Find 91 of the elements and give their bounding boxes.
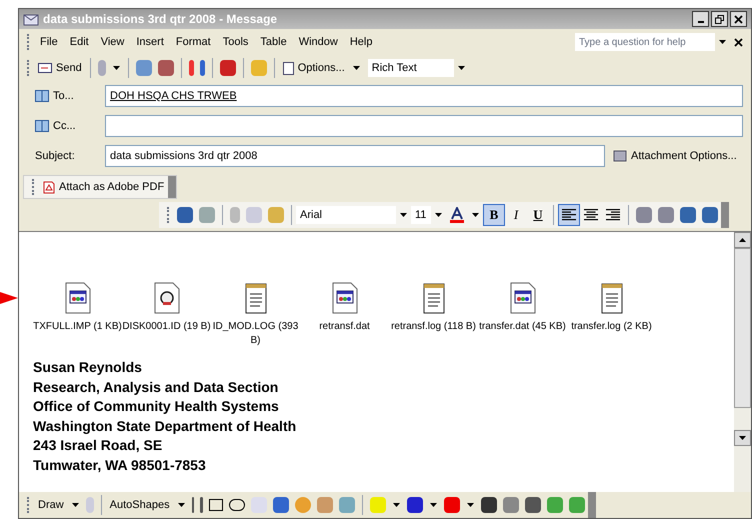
restore-button[interactable] [711, 11, 728, 27]
caret-icon[interactable] [719, 40, 726, 44]
signature-line: Washington State Department of Health [33, 416, 298, 436]
caret-icon[interactable] [400, 213, 407, 217]
font-size-dropdown[interactable]: 11 [411, 206, 431, 224]
scroll-down-button[interactable] [734, 430, 751, 446]
minimize-button[interactable] [692, 11, 709, 27]
address-button[interactable]: To... [35, 88, 74, 104]
menu-item[interactable]: Format [170, 34, 217, 50]
attachment-item[interactable]: retransf.log (118 B) [389, 282, 478, 334]
attach-pdf-button[interactable]: Attach as Adobe PDF [39, 178, 168, 196]
notepad-icon [600, 282, 622, 314]
send-button[interactable]: Send [34, 60, 86, 76]
align-icon [584, 209, 598, 221]
attachment-item[interactable]: transfer.log (2 KB) [567, 282, 656, 334]
align-icon [562, 209, 576, 221]
caret-icon[interactable] [435, 213, 442, 217]
rectangle-icon[interactable] [208, 499, 223, 511]
draw-menu-button[interactable]: Draw [34, 496, 68, 514]
menu-item[interactable]: View [94, 34, 130, 50]
signature-line: Research, Analysis and Data Section [33, 378, 280, 397]
envelope-icon [38, 63, 52, 73]
file-icon [154, 282, 180, 314]
file-icon [332, 282, 358, 314]
menu-item[interactable]: Insert [130, 34, 170, 50]
toolbar-grip[interactable] [27, 34, 30, 50]
input-field[interactable]: data submissions 3rd qtr 2008 [105, 145, 605, 167]
caret-icon[interactable] [392, 503, 400, 507]
scrollbar-thumb[interactable] [734, 248, 751, 408]
caret-icon[interactable] [112, 66, 120, 70]
signature-line: Susan Reynolds [33, 358, 143, 377]
help-search-field[interactable]: Type a question for help [575, 33, 715, 51]
options-button[interactable]: Options... [278, 60, 349, 76]
caret-icon[interactable] [352, 66, 360, 70]
caret-icon[interactable] [458, 66, 465, 70]
signature-line: Tumwater, WA 98501-7853 [33, 456, 207, 474]
pdf-icon [43, 180, 55, 194]
attachment-options-button[interactable]: Attachment Options... [613, 148, 737, 164]
text-style-button[interactable]: I [505, 204, 527, 226]
format-dropdown[interactable]: Rich Text [368, 59, 454, 77]
toolbar-grip[interactable] [32, 179, 35, 195]
toolbar-options-handle[interactable] [721, 202, 729, 228]
menu-item[interactable]: Window [292, 34, 344, 50]
input-field[interactable] [105, 115, 743, 137]
close-icon [734, 14, 743, 24]
toolbar-grip[interactable] [167, 207, 170, 223]
caret-icon[interactable] [472, 213, 479, 217]
caret-icon[interactable] [72, 503, 79, 507]
text-style-button[interactable]: B [483, 204, 505, 226]
attachment-item[interactable]: transfer.dat (45 KB) [478, 282, 567, 334]
toolbar-options-handle[interactable] [588, 492, 596, 518]
align-button[interactable] [558, 204, 580, 226]
restore-icon [715, 14, 724, 24]
toolbar-options-handle[interactable] [168, 176, 176, 198]
file-icon [510, 282, 536, 314]
menu-item[interactable]: Tools [216, 34, 254, 50]
signature-line: 243 Israel Road, SE [33, 436, 164, 455]
signature-line: Office of Community Health Systems [33, 397, 280, 416]
document-icon [282, 62, 294, 74]
caret-icon[interactable] [430, 503, 437, 507]
file-icon [64, 282, 90, 314]
toolbar-grip[interactable] [27, 497, 30, 513]
caret-icon[interactable] [466, 503, 474, 507]
close-icon[interactable] [734, 38, 743, 46]
toolbar-grip[interactable] [27, 60, 30, 76]
menu-item[interactable]: File [34, 34, 64, 50]
menu-item[interactable]: Table [254, 34, 293, 50]
autoshapes-menu-button[interactable]: AutoShapes [106, 496, 174, 514]
address-button[interactable]: Cc... [35, 118, 76, 134]
align-icon [606, 209, 620, 221]
minimize-icon [698, 21, 704, 23]
notepad-icon [422, 282, 444, 314]
attachment-item[interactable]: DISK0001.ID (19 B) [122, 282, 211, 334]
up-arrow-icon [739, 238, 746, 242]
caret-icon[interactable] [178, 503, 185, 507]
field-label: Subject: [35, 148, 75, 164]
attachment-item[interactable]: ID_MOD.LOG (393 B) [211, 282, 300, 348]
text-style-button[interactable]: U [527, 204, 549, 226]
input-field[interactable]: DOH HSQA CHS TRWEB [105, 85, 743, 107]
envelope-icon [23, 12, 39, 26]
window-title: data submissions 3rd qtr 2008 - Message [43, 11, 278, 28]
notepad-icon [244, 282, 266, 314]
menu-item[interactable]: Help [344, 34, 378, 50]
attachment-item[interactable]: retransf.dat [300, 282, 389, 334]
arrow-pointer-icon [0, 290, 18, 306]
font-dropdown[interactable]: Arial [296, 206, 396, 224]
close-button[interactable] [730, 11, 747, 27]
menu-item[interactable]: Edit [64, 34, 95, 50]
scrollbar[interactable] [734, 232, 751, 492]
attachment-item[interactable]: TXFULL.IMP (1 KB) [33, 282, 122, 334]
scroll-up-button[interactable] [734, 232, 751, 248]
